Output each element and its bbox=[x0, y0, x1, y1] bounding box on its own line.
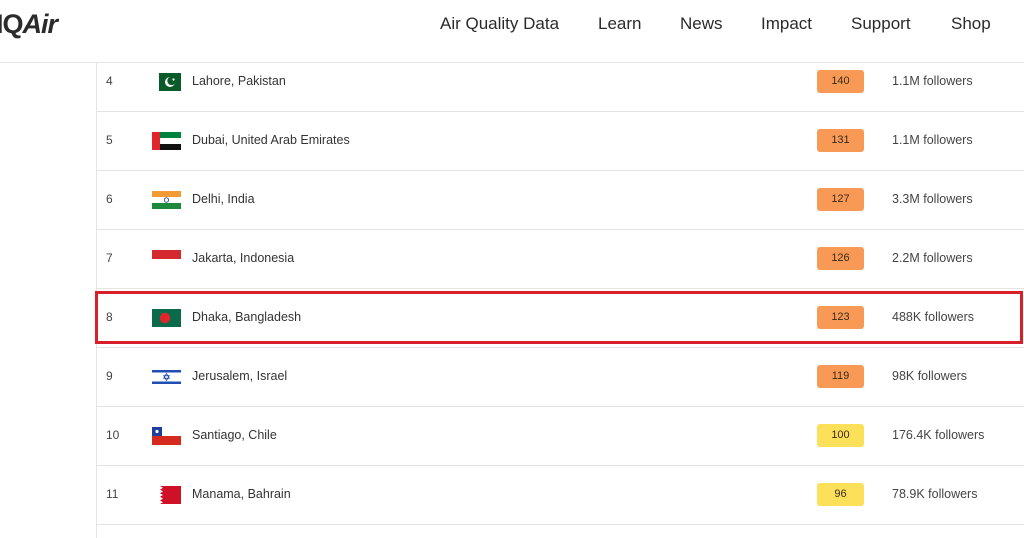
followers-count: 2.2M followers bbox=[892, 251, 973, 265]
aqi-badge: 131 bbox=[817, 129, 864, 152]
rank-number: 8 bbox=[106, 310, 113, 324]
followers-count: 1.1M followers bbox=[892, 74, 973, 88]
rank-number: 4 bbox=[106, 74, 113, 88]
table-row[interactable]: 7 Jakarta, Indonesia 126 2.2M followers bbox=[97, 230, 1024, 289]
bangladesh-flag-icon bbox=[152, 309, 181, 327]
rank-number: 6 bbox=[106, 192, 113, 206]
table-row[interactable]: 8 Dhaka, Bangladesh 123 488K followers bbox=[97, 289, 1024, 348]
table-row[interactable]: 5 Dubai, United Arab Emirates 131 1.1M f… bbox=[97, 112, 1024, 171]
rank-number: 7 bbox=[106, 251, 113, 265]
rank-number: 11 bbox=[106, 487, 119, 501]
table-row[interactable]: 9 Jerusalem, Israel 119 98K followers bbox=[97, 348, 1024, 407]
city-name[interactable]: Jakarta, Indonesia bbox=[192, 251, 294, 265]
followers-count: 1.1M followers bbox=[892, 133, 973, 147]
nav-news[interactable]: News bbox=[680, 14, 723, 34]
aqi-badge: 140 bbox=[817, 70, 864, 93]
table-row[interactable]: 10 Santiago, Chile 100 176.4K followers bbox=[97, 407, 1024, 466]
table-row[interactable]: 6 Delhi, India 127 3.3M followers bbox=[97, 171, 1024, 230]
city-name[interactable]: Santiago, Chile bbox=[192, 428, 277, 442]
aqi-badge: 127 bbox=[817, 188, 864, 211]
city-name[interactable]: Jerusalem, Israel bbox=[192, 369, 287, 383]
city-name[interactable]: Dhaka, Bangladesh bbox=[192, 310, 301, 324]
table-row[interactable]: 4 Lahore, Pakistan 140 1.1M followers bbox=[97, 53, 1024, 112]
uae-flag-icon bbox=[152, 132, 181, 150]
rank-number: 9 bbox=[106, 369, 113, 383]
rank-number: 5 bbox=[106, 133, 113, 147]
followers-count: 98K followers bbox=[892, 369, 968, 383]
aqi-badge: 126 bbox=[817, 247, 864, 270]
chile-flag-icon bbox=[152, 427, 181, 445]
followers-count: 78.9K followers bbox=[892, 487, 978, 501]
followers-count: 488K followers bbox=[892, 310, 974, 324]
city-name[interactable]: Dubai, United Arab Emirates bbox=[192, 133, 350, 147]
nav-shop[interactable]: Shop bbox=[951, 14, 991, 34]
aqi-badge: 100 bbox=[817, 424, 864, 447]
aqi-badge: 123 bbox=[817, 306, 864, 329]
aqi-badge: 96 bbox=[817, 483, 864, 506]
rank-number: 10 bbox=[106, 428, 120, 442]
city-ranking-table: 4 Lahore, Pakistan 140 1.1M followers 5 … bbox=[96, 63, 1024, 538]
followers-count: 3.3M followers bbox=[892, 192, 973, 206]
table-row[interactable]: 11 Manama, Bahrain 96 78.9K followers bbox=[97, 466, 1024, 525]
aqi-badge: 119 bbox=[817, 365, 864, 388]
indonesia-flag-icon bbox=[152, 250, 181, 268]
israel-flag-icon bbox=[152, 368, 181, 386]
nav-air-quality-data[interactable]: Air Quality Data bbox=[440, 14, 559, 34]
nav-support[interactable]: Support bbox=[851, 14, 911, 34]
city-name[interactable]: Delhi, India bbox=[192, 192, 255, 206]
pakistan-flag-icon bbox=[152, 73, 181, 91]
nav-learn[interactable]: Learn bbox=[598, 14, 641, 34]
main-nav: Air Quality Data Learn News Impact Suppo… bbox=[0, 14, 1024, 36]
city-name[interactable]: Manama, Bahrain bbox=[192, 487, 291, 501]
india-flag-icon bbox=[152, 191, 181, 209]
followers-count: 176.4K followers bbox=[892, 428, 985, 442]
bahrain-flag-icon bbox=[152, 486, 181, 504]
nav-impact[interactable]: Impact bbox=[761, 14, 812, 34]
city-name[interactable]: Lahore, Pakistan bbox=[192, 74, 286, 88]
